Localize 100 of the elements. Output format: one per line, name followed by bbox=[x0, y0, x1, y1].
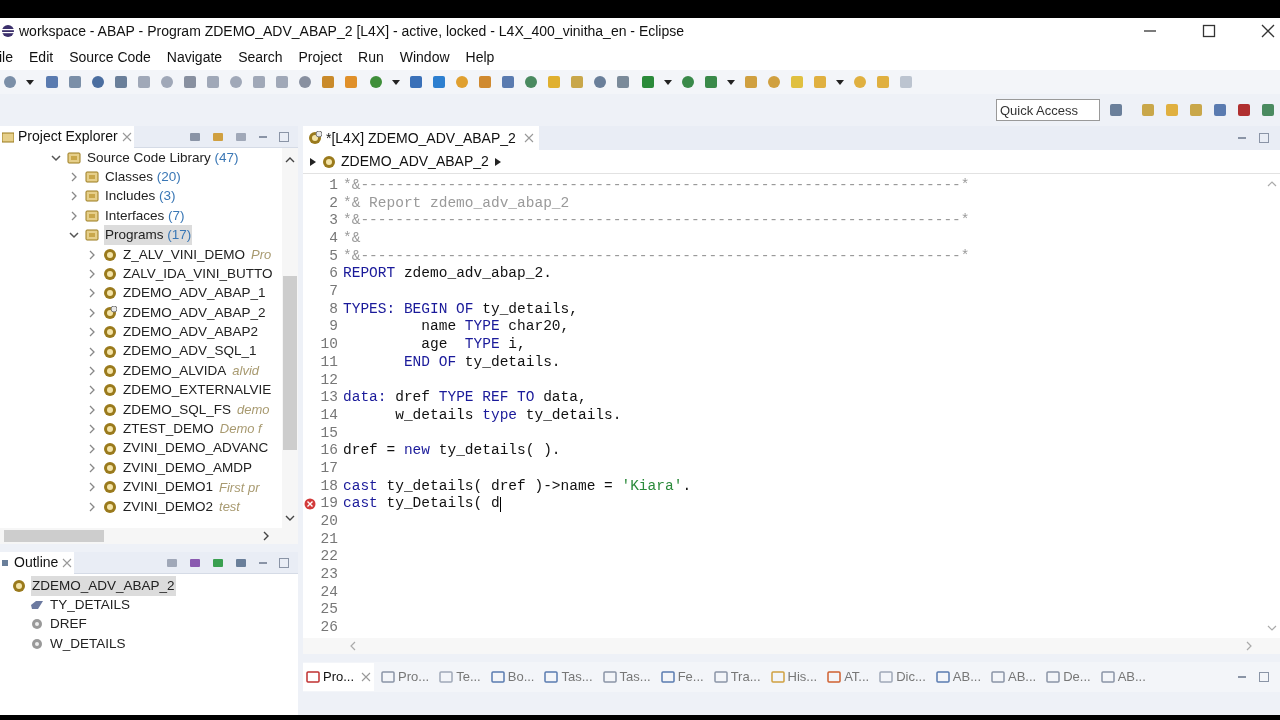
tree-item[interactable]: ZDEMO_ADV_ABAP2 bbox=[122, 322, 260, 343]
circle-icon[interactable] bbox=[2, 74, 18, 90]
tree-item[interactable]: ZDEMO_ADV_ABAP_2 bbox=[122, 302, 267, 323]
menu-item[interactable]: Project bbox=[298, 46, 343, 68]
square-icon[interactable] bbox=[1212, 102, 1228, 118]
menu-item[interactable]: Window bbox=[399, 46, 450, 68]
line-number: 13 bbox=[320, 388, 338, 408]
tree-item[interactable]: Interfaces (7) bbox=[104, 205, 186, 226]
square-icon[interactable] bbox=[113, 74, 129, 90]
view-tab[interactable]: AT... bbox=[824, 663, 873, 691]
square-icon[interactable] bbox=[640, 74, 656, 90]
square-icon[interactable] bbox=[182, 74, 198, 90]
program-edited-icon bbox=[308, 131, 322, 145]
circle-icon[interactable] bbox=[454, 74, 470, 90]
quick-access-field[interactable]: Quick Access bbox=[996, 99, 1100, 121]
breadcrumb-item[interactable]: ZDEMO_ADV_ABAP_2 bbox=[341, 151, 489, 172]
tree-item[interactable]: Includes (3) bbox=[104, 186, 177, 207]
close-icon[interactable] bbox=[1261, 24, 1275, 38]
circle-icon[interactable] bbox=[159, 74, 175, 90]
maximize-icon[interactable] bbox=[1202, 24, 1216, 38]
square-icon bbox=[490, 670, 505, 684]
menu-item[interactable]: Help bbox=[465, 46, 495, 68]
tree-item[interactable]: TY_DETAILS bbox=[49, 594, 132, 616]
tree-item[interactable]: ZTEST_DEMO bbox=[122, 419, 215, 440]
square-icon[interactable] bbox=[67, 74, 83, 90]
circle-icon[interactable] bbox=[766, 74, 782, 90]
menu-item[interactable]: Edit bbox=[29, 46, 54, 68]
square-icon[interactable] bbox=[320, 74, 336, 90]
tree-item[interactable]: ZVINI_DEMO2 bbox=[122, 496, 215, 517]
square-icon[interactable] bbox=[1260, 102, 1276, 118]
view-tab[interactable]: De... bbox=[1043, 663, 1094, 691]
view-tab[interactable]: Pro... bbox=[378, 663, 433, 691]
view-tab[interactable]: His... bbox=[767, 663, 821, 691]
editor-tab[interactable]: *[L4X] ZDEMO_ADV_ABAP_2 bbox=[303, 126, 539, 150]
view-tab[interactable]: Outline bbox=[0, 551, 75, 574]
circle-icon[interactable] bbox=[680, 74, 696, 90]
tree-item[interactable]: ZDEMO_ADV_ABAP_1 bbox=[122, 283, 267, 304]
circle-icon[interactable] bbox=[228, 74, 244, 90]
square-icon[interactable] bbox=[1108, 102, 1124, 118]
triangle-right-icon[interactable] bbox=[493, 156, 502, 167]
view-tab[interactable]: Tas... bbox=[599, 663, 654, 691]
scrollbar-thumb[interactable] bbox=[283, 276, 297, 450]
tree-item[interactable]: ZDEMO_SQL_FS bbox=[122, 399, 233, 420]
line-number: 20 bbox=[320, 512, 338, 532]
library-icon bbox=[67, 150, 81, 165]
code-line: REPORT zdemo_adv_abap_2. bbox=[343, 264, 552, 284]
tree-item[interactable]: W_DETAILS bbox=[49, 633, 127, 654]
triangle-right-icon[interactable] bbox=[309, 156, 317, 167]
square-icon[interactable] bbox=[500, 74, 516, 90]
scrollbar-thumb[interactable] bbox=[4, 530, 104, 542]
tree-item[interactable]: ZDEMO_ADV_ABAP_2 bbox=[31, 575, 176, 596]
code-line: *& Report zdemo_adv_abap_2 bbox=[343, 193, 570, 213]
view-tab[interactable]: Bo... bbox=[487, 663, 538, 691]
menu-item[interactable]: Source Code bbox=[69, 46, 151, 68]
square-icon[interactable] bbox=[615, 74, 631, 90]
view-tab[interactable]: Te... bbox=[436, 663, 484, 691]
program-icon bbox=[103, 267, 117, 282]
tree-item[interactable]: ZDEMO_EXTERNALVIE bbox=[122, 380, 273, 401]
circle-icon[interactable] bbox=[297, 74, 313, 90]
tree-item[interactable]: Classes (20) bbox=[104, 166, 182, 188]
horizontal-scrollbar[interactable] bbox=[303, 638, 1280, 654]
tree-item[interactable]: DREF bbox=[49, 614, 88, 635]
menu-item[interactable]: Navigate bbox=[166, 46, 223, 68]
view-tab[interactable]: Pro... bbox=[303, 663, 375, 691]
circle-icon[interactable] bbox=[368, 74, 384, 90]
tree-item[interactable]: ZVINI_DEMO1 bbox=[122, 477, 215, 498]
menu-item[interactable]: ile bbox=[0, 46, 13, 68]
view-tab[interactable]: Fe... bbox=[657, 663, 707, 691]
view-tab[interactable]: Project Explorer bbox=[0, 125, 134, 148]
square-icon[interactable] bbox=[431, 74, 447, 90]
circle-icon[interactable] bbox=[90, 74, 106, 90]
tree-item[interactable]: ZDEMO_ALVIDA bbox=[122, 360, 228, 382]
horizontal-scrollbar[interactable] bbox=[0, 528, 298, 544]
tree-item[interactable]: Z_ALV_VINI_DEMO bbox=[122, 244, 247, 265]
square-icon[interactable] bbox=[44, 74, 60, 90]
square-icon[interactable] bbox=[1236, 102, 1252, 118]
menu-item[interactable]: Search bbox=[238, 46, 283, 68]
circle-icon[interactable] bbox=[592, 74, 608, 90]
view-tab[interactable]: AB... bbox=[932, 663, 984, 691]
tree-item[interactable]: ZALV_IDA_VINI_BUTTO bbox=[122, 263, 274, 285]
square-icon[interactable] bbox=[408, 74, 424, 90]
view-tab[interactable]: AB... bbox=[1097, 663, 1149, 691]
tree-item-description: test bbox=[219, 498, 240, 516]
tree-item[interactable]: Source Code Library (47) bbox=[86, 148, 240, 168]
tree-item[interactable]: ZVINI_DEMO_ADVANC bbox=[122, 438, 270, 459]
view-tab[interactable]: AB... bbox=[988, 663, 1040, 691]
circle-icon[interactable] bbox=[523, 74, 539, 90]
vertical-scrollbar[interactable] bbox=[282, 148, 298, 528]
tree-item[interactable]: ZVINI_DEMO_AMDP bbox=[122, 457, 254, 479]
tree-item[interactable]: ZDEMO_ADV_SQL_1 bbox=[122, 341, 258, 362]
square-icon[interactable] bbox=[343, 74, 359, 90]
menu-item[interactable]: Run bbox=[358, 46, 384, 68]
view-tab[interactable]: Dic... bbox=[876, 663, 929, 691]
square-icon[interactable] bbox=[477, 74, 493, 90]
view-tab[interactable]: Tra... bbox=[710, 663, 764, 691]
view-tab[interactable]: Tas... bbox=[541, 663, 596, 691]
code-line: *&---------------------------------------------------------------------* bbox=[343, 211, 970, 231]
scroll-left-icon[interactable] bbox=[348, 641, 358, 651]
square-icon[interactable] bbox=[703, 74, 719, 90]
tree-item[interactable]: Programs (17) bbox=[104, 225, 193, 246]
